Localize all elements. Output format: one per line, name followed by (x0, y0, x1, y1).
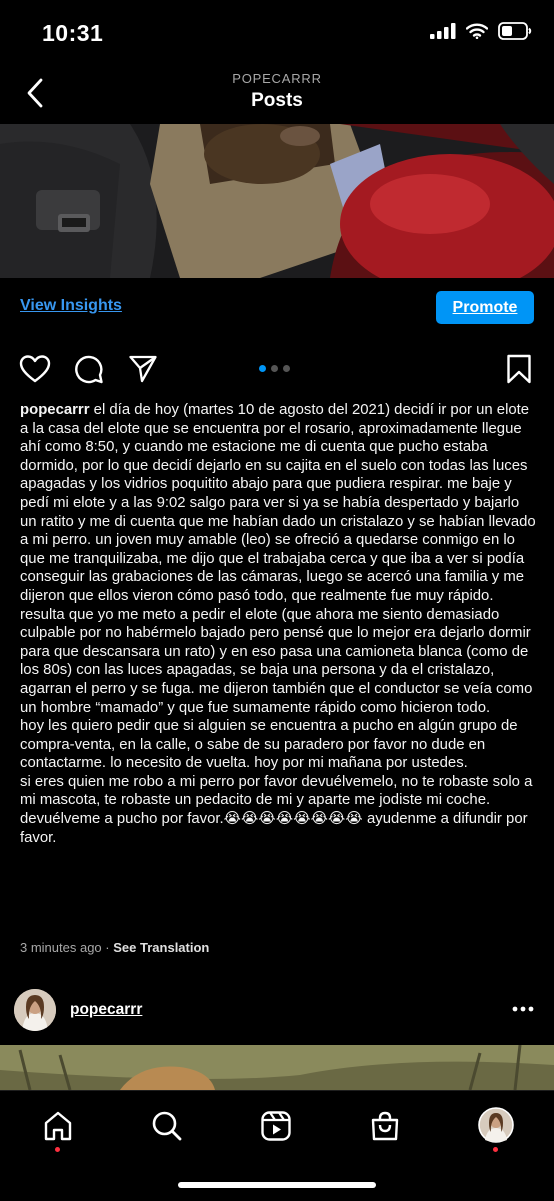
post-timestamp: 3 minutes ago (20, 940, 102, 955)
header-username: POPECARRR (232, 71, 322, 86)
status-time: 10:31 (42, 20, 104, 46)
share-icon (129, 355, 157, 383)
post-image-art (0, 124, 554, 278)
wifi-icon (466, 23, 488, 39)
nav-search[interactable] (150, 1109, 184, 1143)
status-icons (430, 22, 532, 40)
profile-avatar (478, 1107, 514, 1143)
reels-icon (261, 1111, 291, 1141)
next-post-username[interactable]: popecarrr (70, 1001, 142, 1019)
share-button[interactable] (126, 352, 160, 386)
more-options-button[interactable] (508, 1000, 538, 1018)
bottom-nav (0, 1090, 554, 1201)
caption-paragraph: hoy les quiero pedir que si alguien se e… (20, 718, 518, 772)
meta-separator: · (105, 940, 110, 955)
see-translation-link[interactable]: See Translation (113, 940, 209, 955)
bookmark-icon (507, 354, 531, 384)
caption-username[interactable]: popecarrr (20, 402, 90, 418)
caption-paragraph: si eres quien me robo a mi perro por fav… (20, 773, 533, 846)
like-button[interactable] (18, 352, 52, 386)
promote-button[interactable]: Promote (436, 291, 534, 324)
home-indicator (178, 1182, 376, 1188)
avatar[interactable] (14, 989, 56, 1031)
carousel-dot (283, 365, 290, 372)
search-icon (152, 1111, 182, 1141)
nav-home[interactable] (41, 1109, 75, 1143)
more-horizontal-icon (512, 1006, 534, 1012)
view-insights-link[interactable]: View Insights (20, 297, 122, 315)
heart-icon (19, 355, 51, 383)
carousel-dot (259, 365, 266, 372)
caption-paragraph: popecarrr el día de hoy (martes 10 de ag… (20, 401, 536, 717)
page-title: Posts (251, 90, 303, 111)
home-icon (44, 1111, 72, 1141)
caption-text: el día de hoy (martes 10 de agosto del 2… (20, 402, 536, 716)
post-image[interactable] (0, 124, 554, 278)
shop-icon (371, 1111, 399, 1141)
nav-profile[interactable] (478, 1107, 514, 1143)
nav-reels[interactable] (259, 1109, 293, 1143)
carousel-indicator (259, 365, 290, 372)
signal-icon (430, 23, 456, 39)
post-meta: 3 minutes ago · See Translation (20, 940, 209, 955)
profile-notification-dot (493, 1147, 498, 1152)
nav-shop[interactable] (368, 1109, 402, 1143)
avatar-image (14, 989, 56, 1031)
activity-dot (55, 1147, 60, 1152)
save-button[interactable] (502, 352, 536, 386)
comment-icon (75, 355, 103, 384)
post-caption: popecarrr el día de hoy (martes 10 de ag… (20, 401, 536, 847)
next-post-image-art (0, 1045, 554, 1090)
comment-button[interactable] (72, 352, 106, 386)
battery-icon (498, 22, 532, 40)
carousel-dot (271, 365, 278, 372)
next-post-image[interactable] (0, 1045, 554, 1090)
